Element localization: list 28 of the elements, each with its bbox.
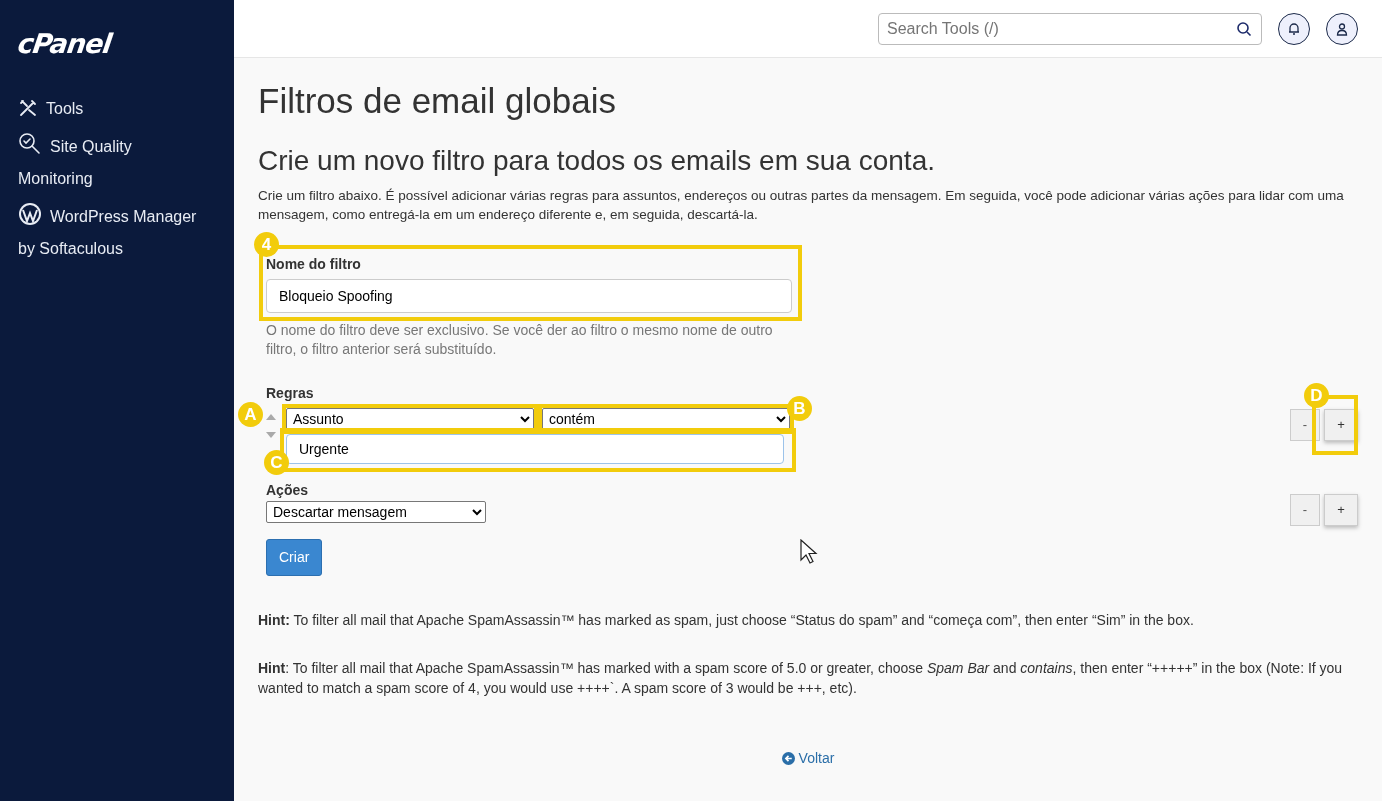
- field-label: Regras: [266, 383, 314, 403]
- search-field[interactable]: Search Tools (/): [878, 12, 1262, 45]
- field-label: Nome do filtro: [266, 254, 362, 274]
- action-select[interactable]: Descartar mensagem: [266, 500, 486, 523]
- sidebar-item[interactable]: Tools: [18, 93, 208, 125]
- field-label: Ações: [266, 480, 310, 500]
- callout-badge: A: [238, 401, 263, 427]
- create-button[interactable]: Criar: [266, 538, 323, 576]
- sidebar-item[interactable]: WordPress Manager by Softaculous: [18, 201, 208, 265]
- callout-badge: C: [264, 449, 289, 475]
- back-link[interactable]: Voltar: [781, 749, 835, 766]
- callout-badge: B: [787, 395, 812, 421]
- section-heading: Crie um novo filtro para todos os emails em sua conta.: [258, 144, 936, 178]
- page-title: Filtros de email globais: [258, 80, 617, 122]
- hint-text: Hint: To filter all mail that Apache SpamAssassin™ has marked with a spam score of 5.0 or greater, choose Spam Bar and contains, then enter “+++++” in the box (Note: If you wanted to match a spam score of 4, you would use ++++`. A spam score of 3 would be +++, etc).: [258, 658, 1344, 698]
- callout-badge: D: [1304, 382, 1329, 408]
- rule-part-select[interactable]: Assunto: [286, 407, 534, 430]
- filter-name-input[interactable]: Bloqueio Spoofing: [266, 278, 792, 313]
- cpanel-logo[interactable]: cPanel: [15, 28, 114, 59]
- remove-action-button[interactable]: -: [1290, 493, 1320, 526]
- intro-text: Crie um filtro abaixo. É possível adicionar várias regras para assuntos, endereços ou outras partes da mensagem. Em seguida, você pode adicionar várias ações para lidar com uma mensagem, como entregá-la em um endereço diferente e, em seguida, descartá-la.: [258, 186, 1345, 224]
- add-action-button[interactable]: +: [1324, 493, 1358, 526]
- help-text: O nome do filtro deve ser exclusivo. Se você der ao filtro o mesmo nome de outro filtro, o filtro anterior será substituído.: [266, 320, 774, 359]
- sidebar-item[interactable]: Site Quality Monitoring: [18, 131, 208, 195]
- rule-value-input[interactable]: Urgente: [286, 433, 784, 464]
- callout-badge: 4: [254, 231, 279, 257]
- rule-match-select[interactable]: contém: [542, 407, 790, 430]
- hint-text: Hint: To filter all mail that Apache SpamAssassin™ has marked as spam, just choose “Status do spam” and “começa com”, then enter “Sim” in the box.: [258, 610, 1195, 630]
